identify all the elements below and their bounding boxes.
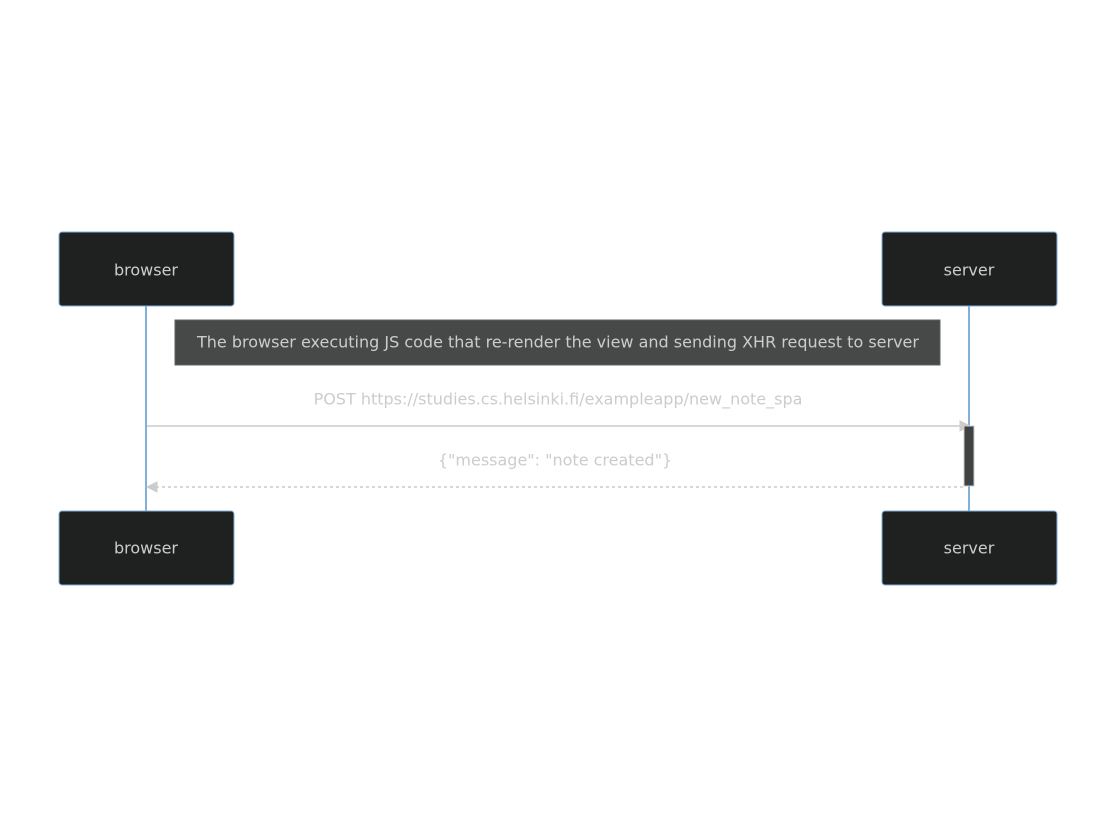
- sequence-diagram: browser server The browser executing JS …: [58, 231, 1058, 586]
- actor-server-top: server: [881, 231, 1058, 307]
- server-activation: [963, 425, 975, 487]
- note-text: The browser executing JS code that re-re…: [196, 333, 919, 352]
- message-post-label: POST https://studies.cs.helsinki.fi/exam…: [314, 390, 803, 410]
- note: The browser executing JS code that re-re…: [174, 319, 941, 366]
- message-response: {"message": "note created"}: [145, 451, 963, 493]
- actor-browser-top: browser: [58, 231, 235, 307]
- actor-server-bottom-label: server: [944, 539, 995, 558]
- message-response-label: {"message": "note created"}: [438, 451, 672, 470]
- message-response-arrowhead: [145, 481, 158, 493]
- actor-browser-bottom-label: browser: [114, 539, 178, 558]
- actor-server-top-label: server: [944, 261, 995, 280]
- actor-browser-bottom: browser: [58, 510, 235, 586]
- message-post-new-note: POST https://studies.cs.helsinki.fi/exam…: [147, 390, 972, 432]
- actor-browser-top-label: browser: [114, 261, 178, 280]
- actor-server-bottom: server: [881, 510, 1058, 586]
